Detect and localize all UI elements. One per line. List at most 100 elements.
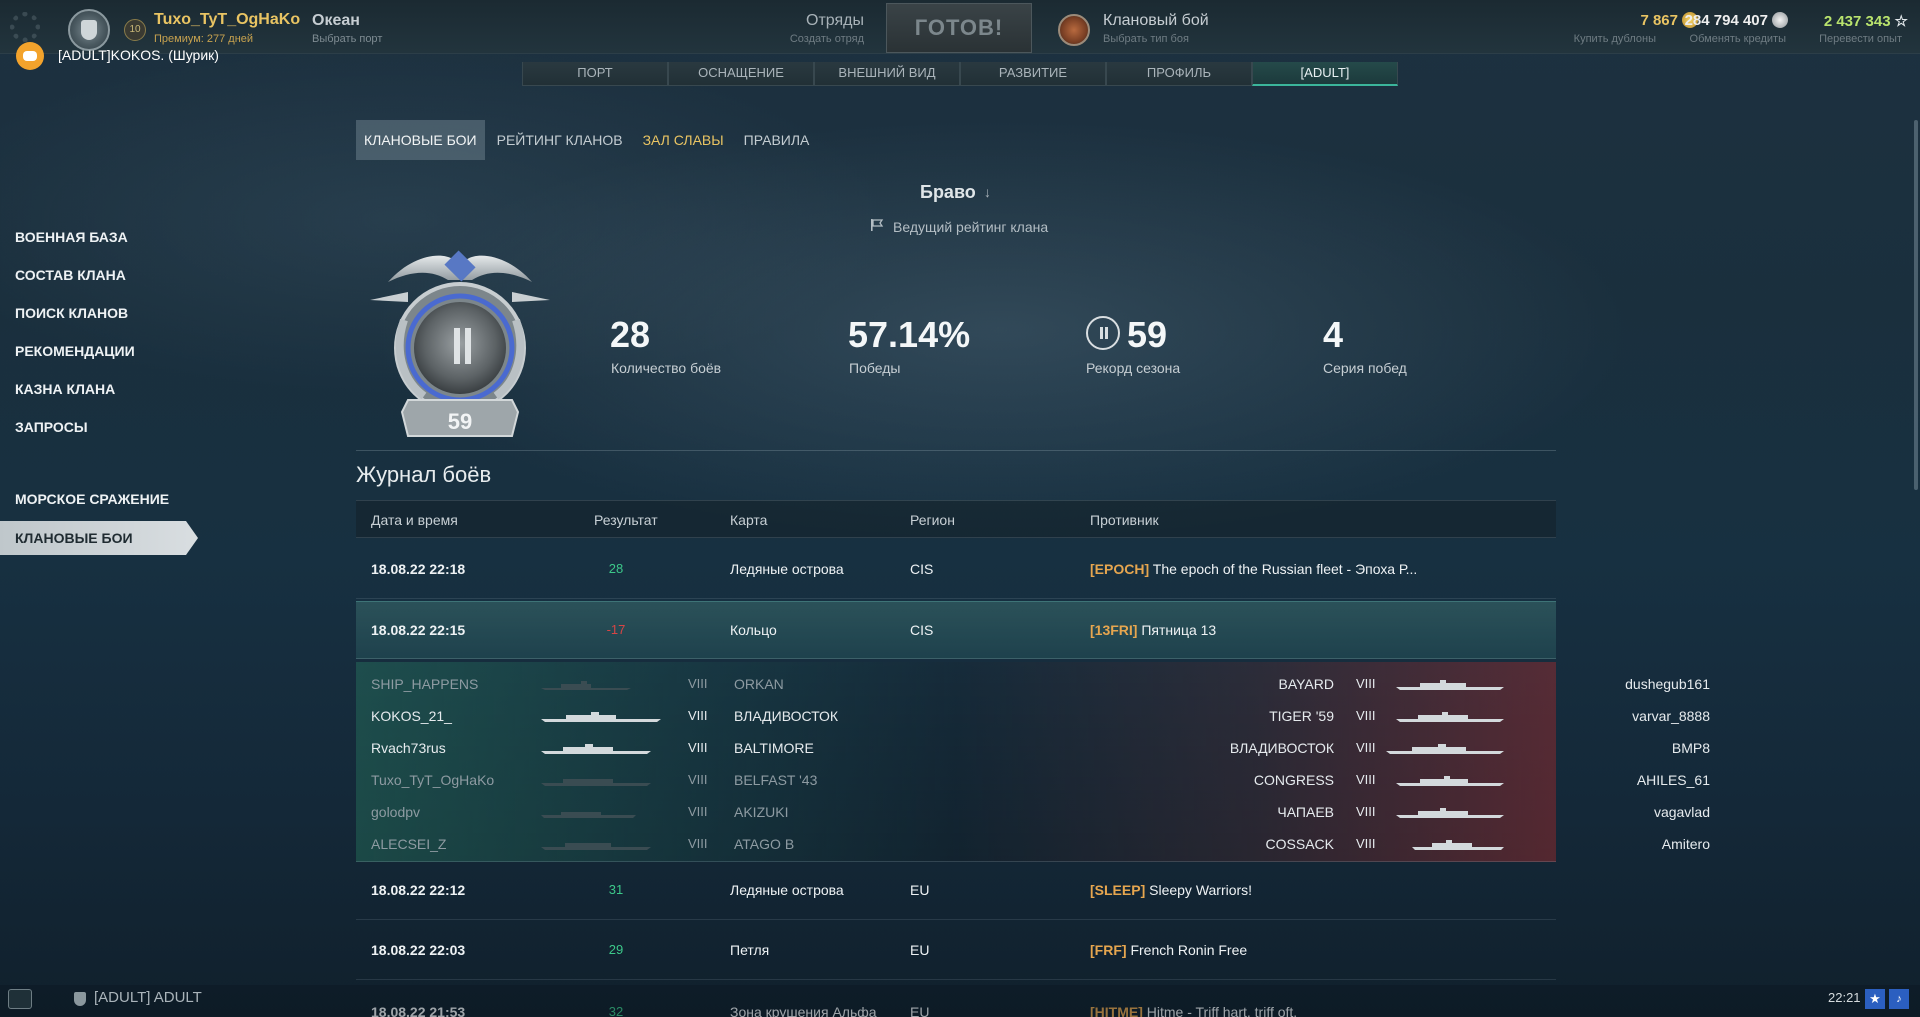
ship-silhouette-icon [1396,680,1504,690]
tab-equipment[interactable]: ОСНАЩЕНИЕ [668,62,814,86]
battle-opponent: [EPOCH] The epoch of the Russian fleet -… [1090,561,1417,577]
flag-icon [871,219,884,231]
ally-ship-name: ATAGO B [734,836,795,852]
sidebar-item-naval-battle[interactable]: МОРСКОЕ СРАЖЕНИЕ [0,482,200,516]
battle-row[interactable]: 18.08.22 22:03 29 Петля EU [FRF] French … [356,922,1556,980]
battle-map: Петля [730,942,770,958]
opponent-name: The epoch of the Russian fleet - Эпоха Р… [1152,561,1418,577]
battle-log-title: Журнал боёв [356,462,492,487]
col-header-result[interactable]: Результат [594,512,658,528]
tab-profile[interactable]: ПРОФИЛЬ [1106,62,1252,86]
enemy-player-name: varvar_8888 [1632,708,1710,724]
convert-xp-link[interactable]: Перевести опыт [1792,33,1902,45]
free-xp-balance[interactable]: 2 437 343 ☆ [1792,12,1908,30]
ally-player-name: Tuxo_TyT_OgHaKo [371,772,495,788]
sidebar-item-recommendations[interactable]: РЕКОМЕНДАЦИИ [0,334,200,368]
opponent-name: Hitme - Triff hart, triff oft. [1146,1004,1298,1017]
settings-gear-icon[interactable] [10,12,40,42]
player-name[interactable]: Tuxo_TyT_OgHaKo [154,11,300,29]
ship-silhouette-icon [541,712,661,722]
battle-result: 31 [608,882,624,897]
scrollbar[interactable] [1914,120,1918,490]
ally-ship-tier: VIII [688,772,708,787]
ally-ship-name: ORKAN [734,676,784,692]
battle-type-title[interactable]: Клановый бой [1103,12,1209,30]
col-header-map[interactable]: Карта [730,512,767,528]
chat-icon[interactable] [8,989,32,1009]
buy-doubloons-link[interactable]: Купить дублоны [1560,33,1656,45]
account-level-badge: 10 [124,19,146,41]
section-divider [356,450,1556,451]
season-record-value: 59 [1127,314,1168,355]
opponent-name: Sleepy Warriors! [1149,882,1253,898]
clock: 22:21 [1828,990,1861,1005]
bottom-clan-label[interactable]: [ADULT] ADULT [94,989,202,1006]
notification-bell-icon[interactable]: ♪ [1889,989,1909,1009]
ship-silhouette-icon [1396,808,1504,818]
sidebar-item-clan-search[interactable]: ПОИСК КЛАНОВ [0,296,200,330]
col-header-date[interactable]: Дата и время [371,512,458,528]
credits-balance[interactable]: 284 794 407 [1660,12,1788,29]
tab-port[interactable]: ПОРТ [522,62,668,86]
battle-row[interactable]: 18.08.22 22:18 28 Ледяные острова CIS [E… [356,541,1556,599]
opponent-tag: [FRF] [1090,942,1127,958]
col-header-region[interactable]: Регион [910,512,955,528]
ally-ship-tier: VIII [688,804,708,819]
sidebar-item-treasury[interactable]: КАЗНА КЛАНА [0,372,200,406]
ship-silhouette-icon [1396,712,1504,722]
squad-button-title[interactable]: Отряды [784,12,864,30]
ally-player-name: golodpv [371,804,421,820]
premium-status[interactable]: Премиум: 277 дней [154,33,253,45]
arrow-down-icon[interactable]: ↓ [984,184,991,200]
free-xp-value: 2 437 343 [1823,13,1891,30]
col-header-opponent[interactable]: Противник [1090,512,1159,528]
subtab-clan-battles[interactable]: КЛАНОВЫЕ БОИ [356,120,485,160]
ally-ship-name: ВЛАДИВОСТОК [734,708,839,724]
enemy-player-name: BMP8 [1671,740,1710,756]
battle-region: CIS [910,622,934,638]
subtab-hall-of-fame[interactable]: ЗАЛ СЛАВЫ [635,120,732,160]
ally-ship-name: AKIZUKI [734,804,789,820]
tab-progression[interactable]: РАЗВИТИЕ [960,62,1106,86]
battle-opponent: [HITME] Hitme - Triff hart, triff oft. [1090,1004,1297,1017]
subtab-clan-ratings[interactable]: РЕЙТИНГ КЛАНОВ [489,120,631,160]
squad-button-sub[interactable]: Создать отряд [744,33,864,45]
sidebar-item-clan-battles[interactable]: КЛАНОВЫЕ БОИ [0,521,198,555]
ally-ship-name: BALTIMORE [734,740,814,756]
sidebar-item-military-base[interactable]: ВОЕННАЯ БАЗА [0,220,200,254]
clan-battles-subtabs: КЛАНОВЫЕ БОИ РЕЙТИНГ КЛАНОВ ЗАЛ СЛАВЫ ПР… [356,120,821,160]
tab-clan[interactable]: [ADULT] [1252,62,1398,86]
league-name[interactable]: Браво [920,182,976,203]
ally-ship-tier: VIII [688,740,708,755]
port-selector-sub[interactable]: Выбрать порт [312,33,382,45]
ship-silhouette-icon [541,812,636,818]
battle-date: 18.08.22 22:18 [371,561,466,577]
ready-button[interactable]: ГОТОВ! [886,3,1032,53]
exchange-credits-link[interactable]: Обменять кредиты [1660,33,1786,45]
sidebar-item-requests[interactable]: ЗАПРОСЫ [0,410,200,444]
battle-type-sub[interactable]: Выбрать тип боя [1103,33,1189,45]
star-icon[interactable]: ★ [1865,989,1885,1009]
leading-rating-label: Ведущий рейтинг клана [893,219,1049,235]
tab-appearance[interactable]: ВНЕШНИЙ ВИД [814,62,960,86]
opponent-name: Пятница 13 [1141,622,1217,638]
ally-ship-tier: VIII [688,676,708,691]
battle-result: -17 [606,622,626,637]
discord-voice-user: [ADULT]KOKOS. (Шурик) [58,47,219,63]
clan-emblem-icon[interactable] [68,9,110,51]
win-streak-value: 4 [1323,314,1344,355]
battle-type-icon[interactable] [1058,14,1090,46]
battle-row[interactable]: 18.08.22 21:53 32 Зона крушения Альфа EU… [356,982,1556,1017]
battle-row-expanded[interactable]: 18.08.22 22:15 -17 Кольцо CIS [13FRI] Пя… [356,601,1556,659]
subtab-rules[interactable]: ПРАВИЛА [736,120,818,160]
opponent-name: French Ronin Free [1130,942,1248,958]
sidebar-item-clan-members[interactable]: СОСТАВ КЛАНА [0,258,200,292]
battle-map: Кольцо [730,622,777,638]
port-selector-title[interactable]: Океан [312,12,360,30]
battle-row[interactable]: 18.08.22 22:12 31 Ледяные острова EU [SL… [356,862,1556,920]
star-icon: ☆ [1894,13,1908,30]
ally-ship-tier: VIII [688,836,708,851]
credit-coin-icon [1772,12,1788,28]
battle-log-header: Дата и время Результат Карта Регион Прот… [356,500,1556,538]
battle-teams-panel: SHIP_HAPPENS KOKOS_21_ Rvach73rus Tuxo_T… [356,662,1710,862]
